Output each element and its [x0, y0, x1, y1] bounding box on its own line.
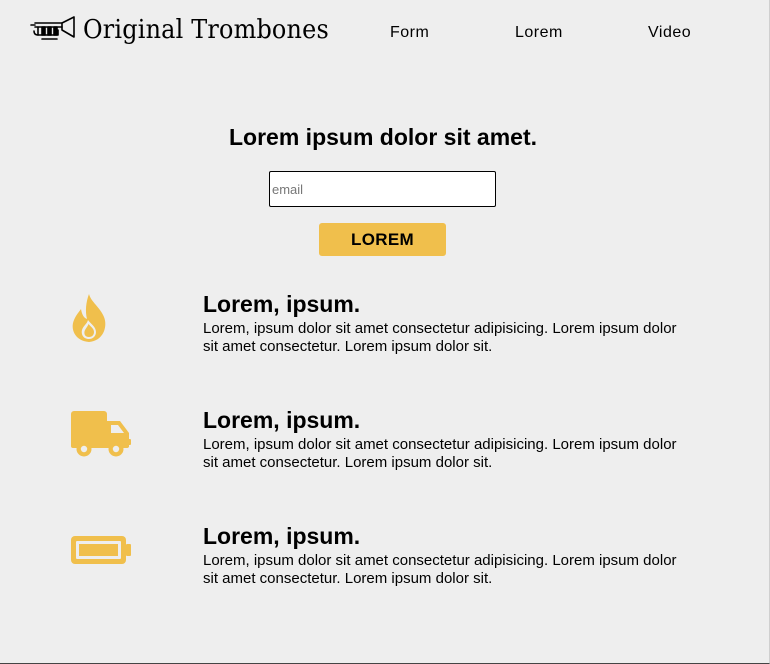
- truck-icon: [70, 406, 140, 462]
- email-input[interactable]: [269, 171, 496, 207]
- site-header: Original Trombones Form Lorem Video: [0, 0, 769, 66]
- nav-link-form[interactable]: Form: [390, 24, 429, 42]
- feature-description: Lorem, ipsum dolor sit amet consectetur …: [203, 320, 677, 355]
- feature-description: Lorem, ipsum dolor sit amet consectetur …: [203, 436, 677, 471]
- feature-title: Lorem, ipsum.: [203, 291, 361, 317]
- feature-item: Lorem, ipsum. Lorem, ipsum dolor sit ame…: [0, 290, 766, 370]
- page: Original Trombones Form Lorem Video Lore…: [0, 0, 770, 664]
- nav-link-video[interactable]: Video: [648, 24, 691, 42]
- brand-logo[interactable]: Original Trombones: [30, 12, 350, 48]
- feature-item: Lorem, ipsum. Lorem, ipsum dolor sit ame…: [0, 522, 766, 602]
- hero-title: Lorem ipsum dolor sit amet.: [229, 124, 537, 150]
- feature-item: Lorem, ipsum. Lorem, ipsum dolor sit ame…: [0, 406, 766, 486]
- fire-icon: [70, 290, 140, 346]
- nav-link-lorem[interactable]: Lorem: [515, 24, 563, 42]
- trombone-icon: [30, 15, 76, 45]
- brand-name: Original Trombones: [83, 15, 329, 45]
- lorem-submit-button[interactable]: LOREM: [319, 223, 446, 256]
- feature-title: Lorem, ipsum.: [203, 523, 361, 549]
- feature-title: Lorem, ipsum.: [203, 407, 361, 433]
- battery-full-icon: [70, 522, 140, 578]
- feature-description: Lorem, ipsum dolor sit amet consectetur …: [203, 552, 677, 587]
